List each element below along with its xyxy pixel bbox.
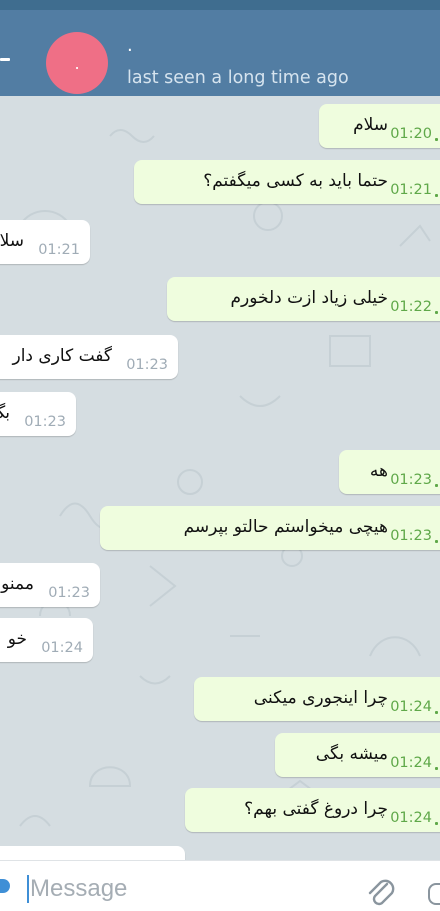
message-text: چرا دروغ گفتی بهم؟ xyxy=(244,799,388,819)
paperclip-icon[interactable] xyxy=(363,875,399,911)
read-check-icon xyxy=(435,822,438,825)
outgoing-message[interactable]: خیلی زیاد ازت دلخورم 01:22 xyxy=(167,277,440,321)
message-text: چرا اینجوری میکنی xyxy=(253,688,388,708)
message-list[interactable]: سلام 01:20 حتما باید به کسی میگفتم؟ 01:21 سل… xyxy=(0,96,440,860)
message-text: هه xyxy=(369,461,388,481)
message-time: 01:21 xyxy=(390,182,432,198)
incoming-message[interactable]: خو 01:24 xyxy=(0,618,93,662)
emoji-icon[interactable] xyxy=(0,879,10,893)
read-check-icon xyxy=(435,138,438,141)
message-text: بگ xyxy=(0,403,10,423)
message-time: 01:23 xyxy=(390,528,432,544)
outgoing-message[interactable]: چرا اینجوری میکنی 01:24 xyxy=(194,677,440,721)
message-text: حتما باید به کسی میگفتم؟ xyxy=(203,171,388,191)
read-check-icon xyxy=(435,767,438,770)
chat-header[interactable]: . . last seen a long time ago xyxy=(0,10,440,96)
message-time: 01:24 xyxy=(390,755,432,771)
contact-status: last seen a long time ago xyxy=(127,68,349,88)
message-time: 01:24 xyxy=(41,640,83,656)
outgoing-message[interactable]: هه 01:23 xyxy=(339,450,440,494)
back-arrow-icon[interactable] xyxy=(0,58,10,61)
message-time: 01:23 xyxy=(390,472,432,488)
message-text: میشه بگی xyxy=(315,744,388,764)
outgoing-message[interactable]: میشه بگی 01:24 xyxy=(275,733,440,777)
incoming-message[interactable]: ممنو 01:23 xyxy=(0,563,100,607)
message-text: هیچی میخواستم حالتو بپرسم xyxy=(183,517,388,537)
outgoing-message[interactable]: سلام 01:20 xyxy=(319,104,440,148)
message-time: 01:23 xyxy=(126,357,168,373)
message-text: سلام xyxy=(353,115,388,135)
read-check-icon xyxy=(435,311,438,314)
message-time: 01:21 xyxy=(38,242,80,258)
avatar-initial: . xyxy=(74,53,80,73)
composer-bar xyxy=(0,860,440,911)
incoming-message[interactable]: سلا 01:21 xyxy=(0,220,90,264)
message-time: 01:23 xyxy=(24,414,66,430)
read-check-icon xyxy=(435,194,438,197)
message-input[interactable] xyxy=(30,871,330,907)
outgoing-message[interactable]: چرا دروغ گفتی بهم؟ 01:24 xyxy=(185,788,440,832)
message-text: سلا xyxy=(0,231,24,251)
message-time: 01:20 xyxy=(390,126,432,142)
message-time: 01:24 xyxy=(390,810,432,826)
incoming-message[interactable]: بگ 01:23 xyxy=(0,392,76,436)
text-caret xyxy=(27,875,29,903)
message-time: 01:22 xyxy=(390,299,432,315)
read-check-icon xyxy=(435,484,438,487)
message-text: ممنو xyxy=(1,574,34,594)
message-text: خیلی زیاد ازت دلخورم xyxy=(230,288,388,308)
incoming-message[interactable]: گفت کاری دار 01:23 xyxy=(0,335,178,379)
message-time: 01:24 xyxy=(390,699,432,715)
message-text: خو xyxy=(7,629,27,649)
message-text: گفت کاری دار xyxy=(12,346,113,366)
contact-name[interactable]: . xyxy=(127,36,133,56)
microphone-icon[interactable] xyxy=(428,883,440,905)
message-time: 01:23 xyxy=(48,585,90,601)
status-bar xyxy=(0,0,440,10)
outgoing-message[interactable]: حتما باید به کسی میگفتم؟ 01:21 xyxy=(134,160,440,204)
read-check-icon xyxy=(435,711,438,714)
outgoing-message[interactable]: هیچی میخواستم حالتو بپرسم 01:23 xyxy=(100,506,440,550)
read-check-icon xyxy=(435,540,438,543)
incoming-message[interactable] xyxy=(0,846,185,860)
avatar[interactable]: . xyxy=(46,32,108,94)
